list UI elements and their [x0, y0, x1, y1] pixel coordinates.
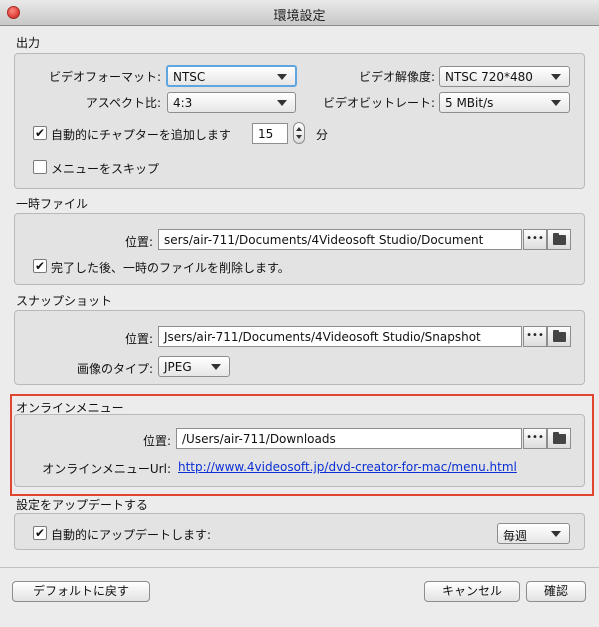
footer-divider	[0, 567, 599, 568]
bitrate-label: ビデオビットレート:	[322, 96, 435, 110]
snapshot-folder-button[interactable]	[547, 326, 571, 347]
snapshot-location-field[interactable]: Jsers/air-711/Documents/4Videosoft Studi…	[158, 326, 522, 347]
delete-temp-checkbox[interactable]: ✔	[33, 259, 47, 273]
chevron-down-icon	[551, 74, 561, 80]
snapshot-section: 位置: Jsers/air-711/Documents/4Videosoft S…	[14, 310, 585, 385]
skip-menu-label: メニューをスキップ	[51, 162, 160, 176]
video-resolution-label: ビデオ解像度:	[358, 70, 435, 84]
update-frequency-value: 毎週	[503, 529, 528, 543]
image-type-value: JPEG	[164, 360, 192, 374]
restore-defaults-button[interactable]: デフォルトに戻す	[12, 581, 150, 602]
cancel-button[interactable]: キャンセル	[424, 581, 520, 602]
output-section: ビデオフォーマット: NTSC ビデオ解像度: NTSC 720*480 アスペ…	[14, 53, 585, 189]
folder-icon	[553, 233, 566, 245]
video-resolution-value: NTSC 720*480	[445, 70, 533, 84]
window-title: 環境設定	[273, 9, 326, 24]
auto-chapter-checkbox[interactable]: ✔	[33, 126, 47, 140]
video-format-select[interactable]: NTSC	[166, 65, 297, 87]
temp-section: 位置: sers/air-711/Documents/4Videosoft St…	[14, 213, 585, 285]
output-section-title: 出力	[16, 36, 41, 50]
video-format-value: NTSC	[173, 70, 206, 84]
chevron-down-icon	[277, 74, 287, 80]
title-bar: 環境設定	[0, 0, 599, 26]
temp-location-value: sers/air-711/Documents/4Videosoft Studio…	[164, 233, 484, 247]
aspect-label: アスペクト比:	[85, 96, 161, 110]
image-type-select[interactable]: JPEG	[158, 356, 230, 377]
auto-update-checkbox[interactable]: ✔	[33, 526, 47, 540]
temp-section-title: 一時ファイル	[16, 197, 89, 211]
bitrate-select[interactable]: 5 MBit/s	[439, 92, 570, 113]
update-section: ✔ 自動的にアップデートします: 毎週	[14, 513, 585, 550]
snapshot-location-value: Jsers/air-711/Documents/4Videosoft Studi…	[164, 330, 481, 344]
snapshot-location-label: 位置:	[124, 332, 153, 346]
auto-update-label: 自動的にアップデートします:	[51, 528, 212, 542]
temp-folder-button[interactable]	[547, 229, 571, 250]
folder-icon	[553, 330, 566, 342]
snapshot-section-title: スナップショット	[16, 294, 113, 308]
highlight-box	[10, 394, 594, 496]
bitrate-value: 5 MBit/s	[445, 96, 494, 110]
update-section-title: 設定をアップデートする	[16, 498, 149, 512]
ok-button[interactable]: 確認	[526, 581, 586, 602]
video-format-label: ビデオフォーマット:	[48, 70, 161, 84]
delete-temp-label: 完了した後、一時のファイルを削除します。	[51, 261, 290, 275]
image-type-label: 画像のタイプ:	[76, 362, 153, 376]
chapter-minutes-input[interactable]: 15	[252, 123, 288, 144]
chevron-down-icon	[277, 100, 287, 106]
stepper-up-icon	[296, 127, 302, 131]
chevron-down-icon	[211, 364, 221, 370]
aspect-select[interactable]: 4:3	[167, 92, 296, 113]
auto-chapter-label: 自動的にチャプターを追加します	[51, 128, 231, 142]
temp-browse-button[interactable]: •••	[523, 229, 547, 250]
skip-menu-checkbox[interactable]	[33, 160, 47, 174]
chevron-down-icon	[551, 100, 561, 106]
update-frequency-select[interactable]: 毎週	[497, 523, 570, 544]
snapshot-browse-button[interactable]: •••	[523, 326, 547, 347]
chevron-down-icon	[551, 531, 561, 537]
temp-location-label: 位置:	[124, 235, 153, 249]
video-resolution-select[interactable]: NTSC 720*480	[439, 66, 570, 87]
chapter-minutes-stepper[interactable]	[293, 122, 305, 144]
aspect-value: 4:3	[173, 96, 193, 110]
stepper-down-icon	[296, 135, 302, 139]
temp-location-field[interactable]: sers/air-711/Documents/4Videosoft Studio…	[158, 229, 522, 250]
chapter-minutes-value: 15	[258, 127, 274, 141]
minutes-unit-label: 分	[316, 128, 329, 142]
